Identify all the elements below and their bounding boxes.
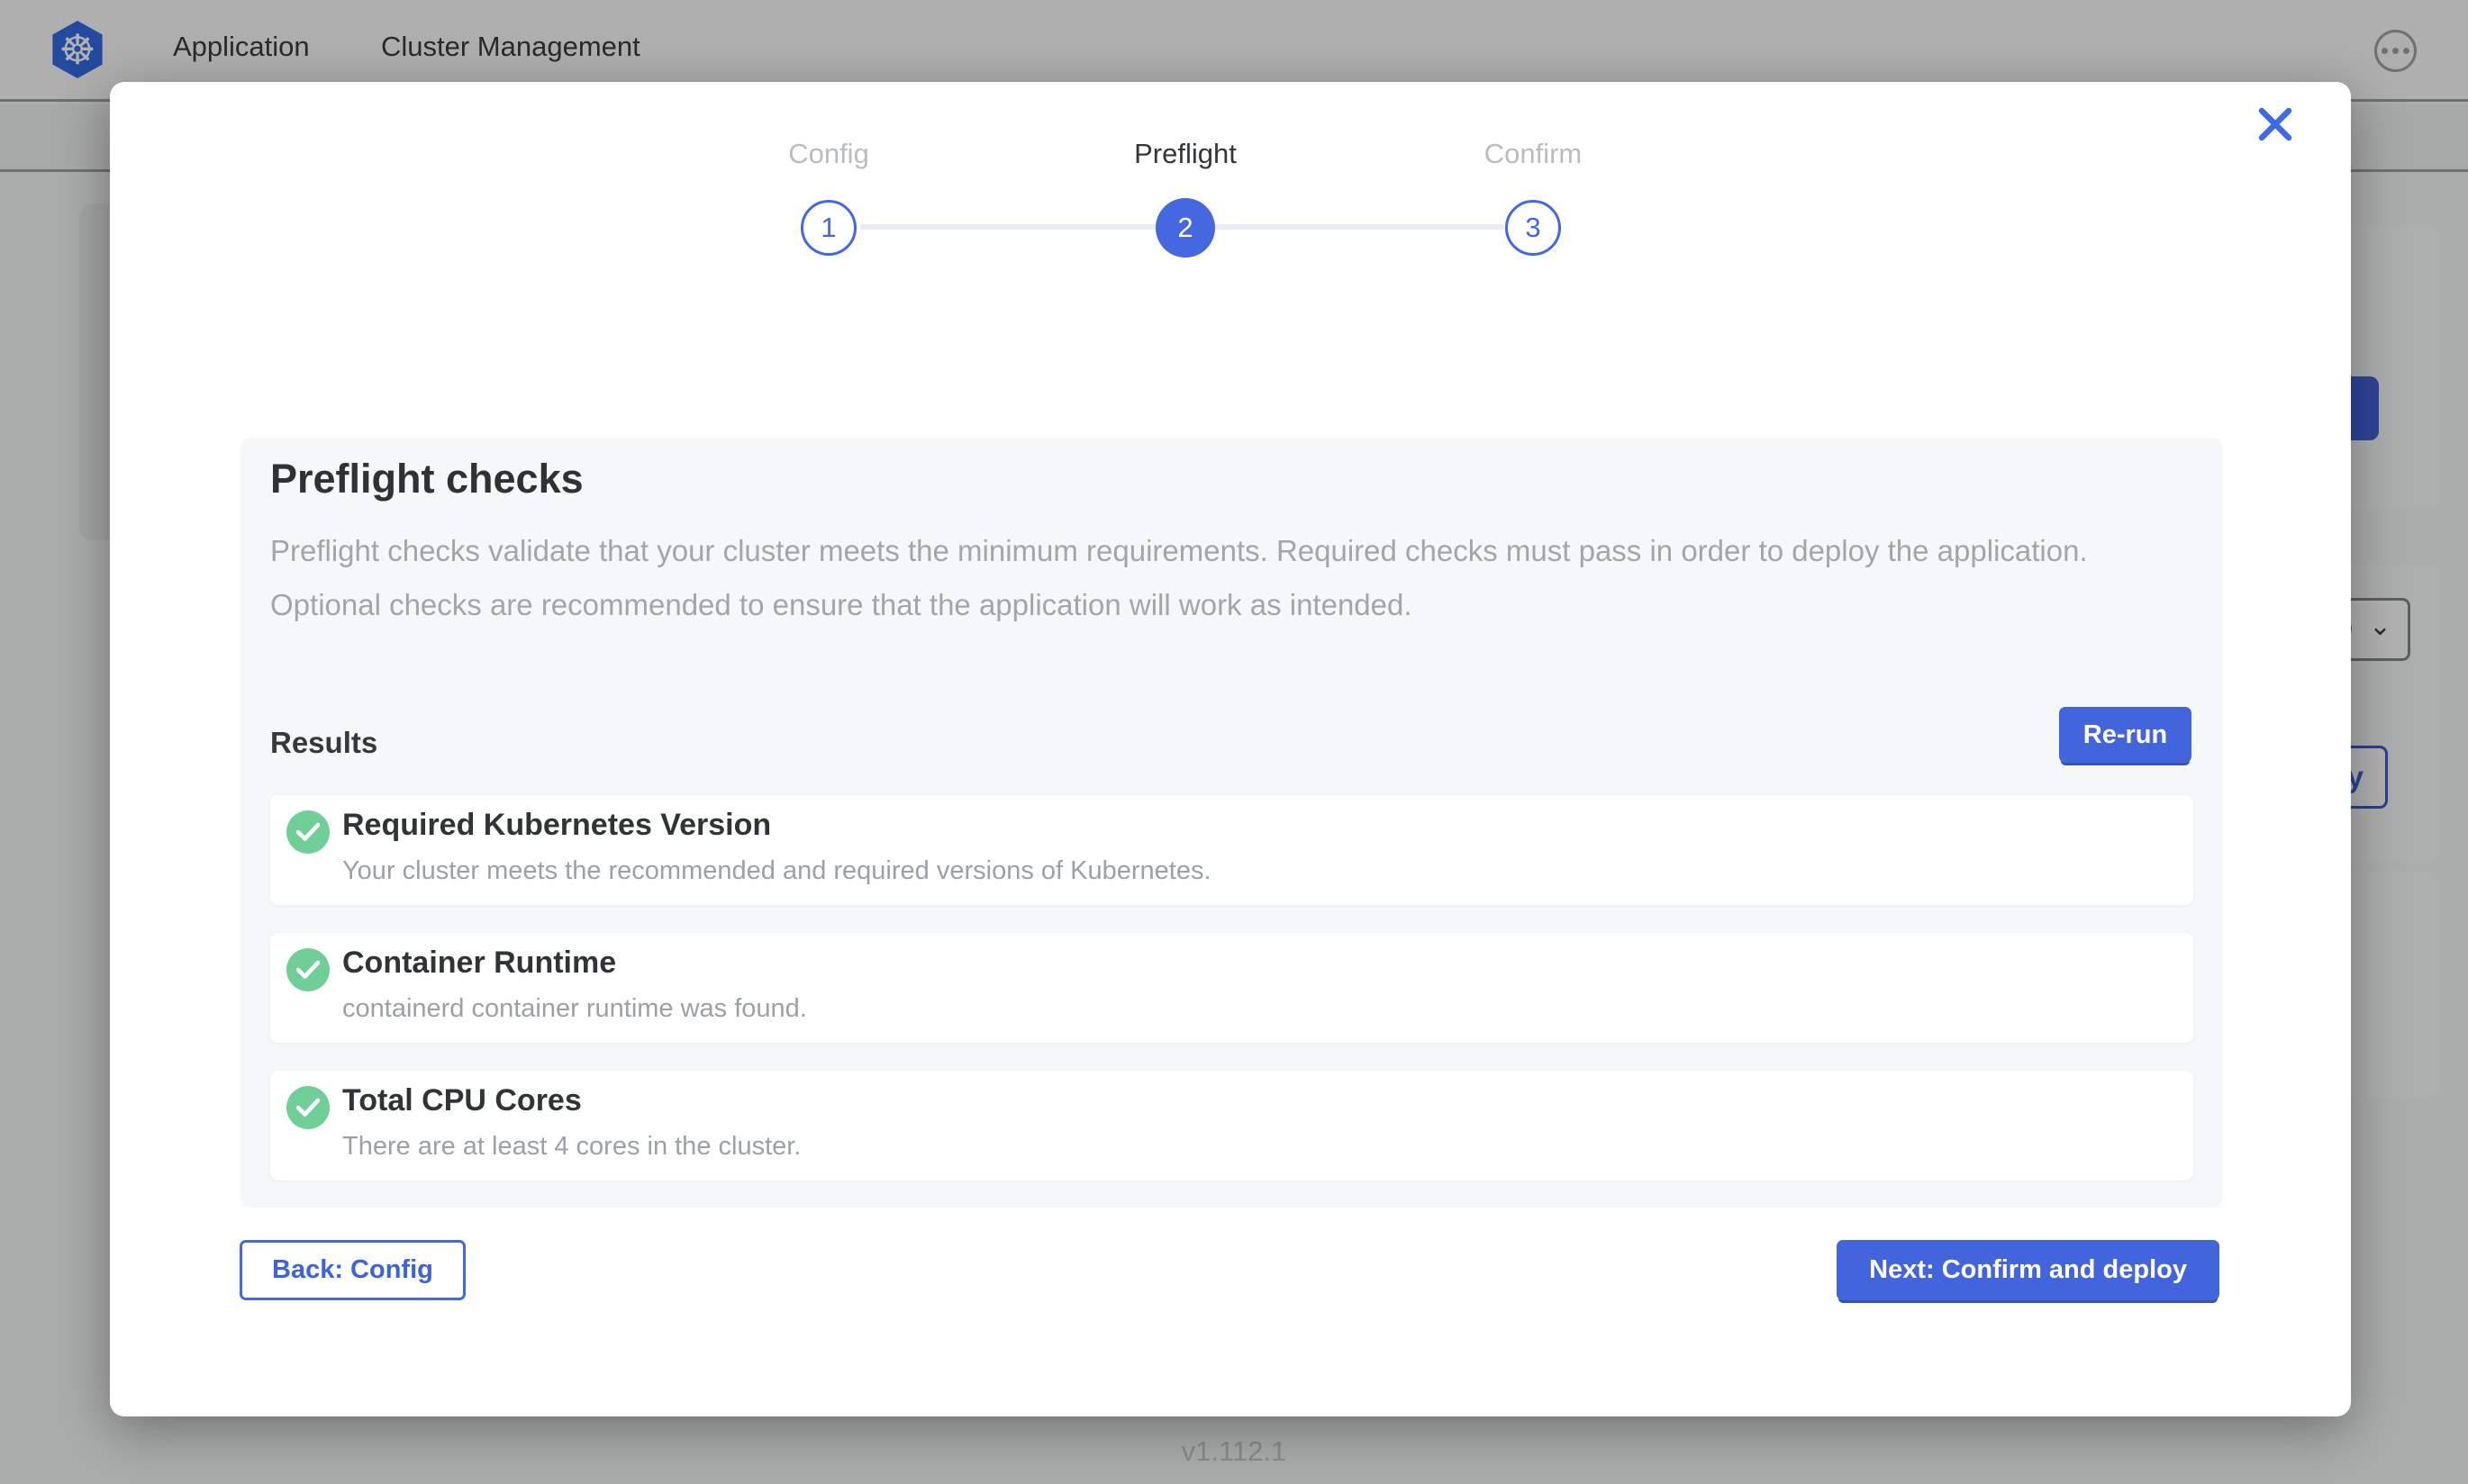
check-description: containerd container runtime was found. <box>342 994 807 1024</box>
preflight-modal: Config Preflight Confirm 1 2 3 Preflight… <box>110 82 2351 1416</box>
step-circle-1[interactable]: 1 <box>801 200 857 256</box>
check-title: Total CPU Cores <box>342 1083 582 1118</box>
preflight-description: Preflight checks validate that your clus… <box>270 524 2139 632</box>
check-result-row: Container Runtime containerd container r… <box>270 933 2193 1043</box>
step-circle-3: 3 <box>1505 200 1561 256</box>
check-pass-icon <box>286 1086 330 1129</box>
preflight-panel: Preflight checks Preflight checks valida… <box>240 438 2223 1208</box>
results-heading: Results <box>270 726 377 760</box>
screen: ☸ Application Cluster Management 0 ⌄ y v… <box>0 0 2468 1484</box>
stepper-connector <box>860 224 1157 230</box>
check-pass-icon <box>286 810 330 854</box>
check-description: Your cluster meets the recommended and r… <box>342 856 1211 886</box>
check-title: Required Kubernetes Version <box>342 808 771 843</box>
check-description: There are at least 4 cores in the cluste… <box>342 1132 801 1162</box>
check-results-list: Required Kubernetes Version Your cluster… <box>270 795 2193 1181</box>
next-confirm-deploy-button[interactable]: Next: Confirm and deploy <box>1837 1240 2219 1300</box>
close-icon[interactable] <box>2254 103 2297 146</box>
stepper-connector <box>1213 224 1504 230</box>
page-title: Preflight checks <box>270 456 584 502</box>
step-label-config[interactable]: Config <box>788 138 869 170</box>
step-label-preflight: Preflight <box>1134 138 1237 170</box>
back-config-button[interactable]: Back: Config <box>240 1240 466 1300</box>
check-title: Container Runtime <box>342 946 616 981</box>
check-pass-icon <box>286 948 330 991</box>
rerun-button[interactable]: Re-run <box>2059 707 2191 763</box>
check-result-row: Total CPU Cores There are at least 4 cor… <box>270 1071 2193 1181</box>
check-result-row: Required Kubernetes Version Your cluster… <box>270 795 2193 905</box>
step-circle-2: 2 <box>1156 198 1215 258</box>
step-label-confirm: Confirm <box>1484 138 1583 170</box>
